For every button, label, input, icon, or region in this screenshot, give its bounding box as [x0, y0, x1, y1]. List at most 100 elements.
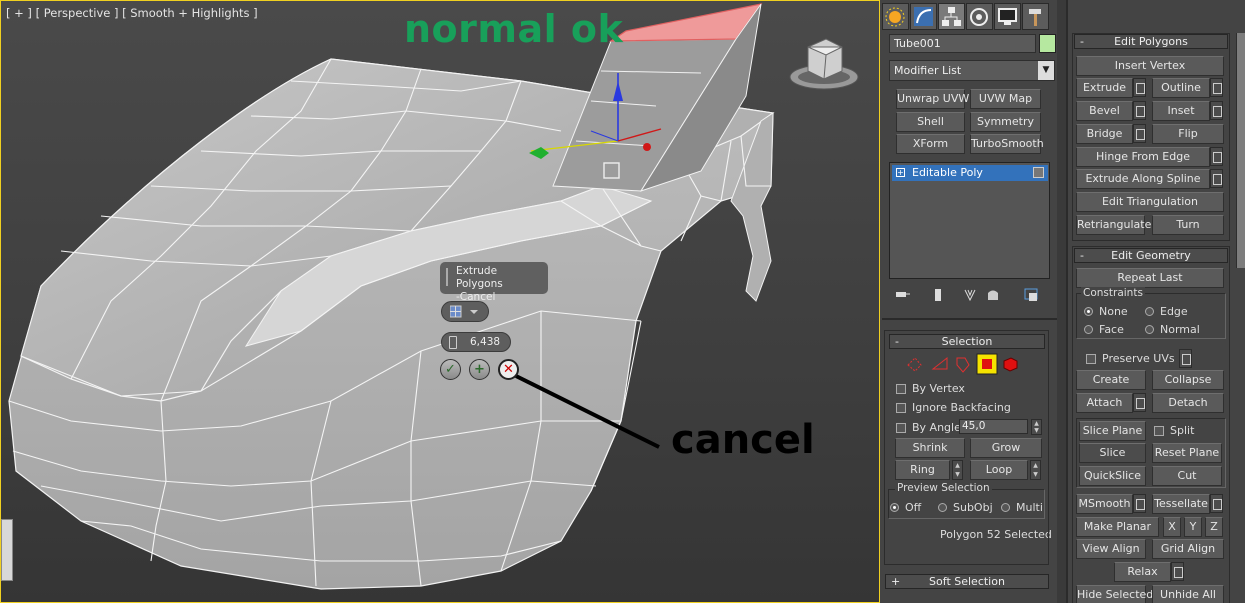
retriangulate-button[interactable]: Retriangulate [1076, 215, 1151, 235]
bridge-settings-icon[interactable] [1133, 124, 1146, 143]
edit-polygons-header[interactable]: - Edit Polygons [1074, 34, 1228, 49]
object-name-field[interactable]: Tube001 [889, 34, 1036, 53]
bridge-button[interactable]: Bridge [1076, 124, 1133, 144]
side-tab[interactable] [1, 519, 13, 581]
outline-button[interactable]: Outline [1152, 78, 1210, 98]
motion-tab[interactable] [966, 3, 993, 30]
soft-selection-title: Soft Selection [929, 575, 1005, 588]
turbosmooth-button[interactable]: TurboSmooth [970, 134, 1044, 154]
perspective-viewport[interactable]: [ + ] [ Perspective ] [ Smooth + Highlig… [0, 0, 880, 603]
xform-button[interactable]: XForm [896, 134, 965, 154]
panel-divider [1057, 0, 1066, 603]
insert-vertex-button[interactable]: Insert Vertex [1076, 56, 1224, 76]
viewport-label[interactable]: [ + ] [ Perspective ] [ Smooth + Highlig… [6, 6, 258, 20]
make-planar-button[interactable]: Make Planar [1076, 517, 1159, 537]
flip-button[interactable]: Flip [1152, 124, 1224, 144]
grid-align-button[interactable]: Grid Align [1152, 539, 1224, 559]
split-checkbox[interactable]: Split [1154, 424, 1194, 437]
hinge-from-edge-button[interactable]: Hinge From Edge [1076, 147, 1210, 167]
stack-item-editable-poly[interactable]: + Editable Poly [892, 165, 1048, 181]
relax-settings-icon[interactable] [1171, 562, 1184, 581]
uvw-map-button[interactable]: UVW Map [970, 89, 1041, 109]
spinner-icon[interactable] [449, 336, 457, 349]
slice-button[interactable]: Slice [1079, 443, 1146, 463]
outline-settings-icon[interactable] [1210, 78, 1223, 97]
constraint-normal-radio[interactable]: Normal [1145, 323, 1200, 336]
caddy-title: Extrude Polygons -Cancel [440, 262, 548, 303]
unhide-all-button[interactable]: Unhide All [1152, 585, 1224, 603]
modify-tab[interactable] [910, 3, 937, 30]
plus-icon: + [474, 362, 485, 377]
hide-selected-button[interactable]: Hide Selected [1076, 585, 1153, 603]
soft-selection-rollout-header[interactable]: + Soft Selection [885, 574, 1049, 589]
unwrap-uvw-button[interactable]: Unwrap UVW [896, 89, 969, 109]
extrude-type-dropdown[interactable] [441, 301, 489, 322]
planar-x-button[interactable]: X [1163, 517, 1181, 537]
constraint-none-radio[interactable]: None [1084, 305, 1128, 318]
preserve-uvs-settings-icon[interactable] [1179, 349, 1192, 368]
hinge-settings-icon[interactable] [1210, 147, 1223, 166]
object-color-swatch[interactable] [1039, 34, 1056, 53]
split-label: Split [1170, 424, 1195, 437]
collapse-button[interactable]: Collapse [1152, 370, 1224, 390]
constraint-none-label: None [1099, 305, 1128, 318]
msmooth-button[interactable]: MSmooth [1076, 494, 1133, 514]
reset-plane-button[interactable]: Reset Plane [1152, 443, 1222, 463]
display-tab[interactable] [994, 3, 1021, 30]
viewcube-icon[interactable] [786, 37, 862, 97]
tessellate-button[interactable]: Tessellate [1152, 494, 1210, 514]
tessellate-settings-icon[interactable] [1210, 494, 1223, 513]
turn-button[interactable]: Turn [1152, 215, 1224, 235]
ok-button[interactable]: ✓ [440, 359, 461, 380]
hammer-icon [1029, 9, 1041, 26]
view-align-button[interactable]: View Align [1076, 539, 1146, 559]
checkmark-icon: ✓ [445, 362, 456, 377]
stack-item-label: Editable Poly [912, 166, 983, 179]
inset-button[interactable]: Inset [1152, 101, 1210, 121]
edit-triangulation-button[interactable]: Edit Triangulation [1076, 192, 1224, 212]
preserve-uvs-checkbox[interactable]: Preserve UVs [1086, 352, 1175, 365]
preserve-uvs-label: Preserve UVs [1102, 352, 1175, 365]
modifier-stack[interactable]: + Editable Poly [889, 162, 1050, 279]
create-tab[interactable] [882, 3, 909, 30]
constraint-face-radio[interactable]: Face [1084, 323, 1124, 336]
relax-button[interactable]: Relax [1114, 562, 1171, 582]
visibility-icon[interactable] [1033, 167, 1044, 178]
repeat-last-button[interactable]: Repeat Last [1076, 268, 1224, 288]
cut-button[interactable]: Cut [1152, 466, 1222, 486]
extrude-along-spline-button[interactable]: Extrude Along Spline [1076, 169, 1210, 189]
msmooth-settings-icon[interactable] [1133, 494, 1146, 513]
constraint-edge-radio[interactable]: Edge [1145, 305, 1188, 318]
shell-button[interactable]: Shell [896, 112, 965, 132]
cancel-button[interactable]: ✕ [498, 359, 519, 380]
bevel-button[interactable]: Bevel [1076, 101, 1133, 121]
utilities-tab[interactable] [1022, 3, 1049, 30]
apply-continue-button[interactable]: + [469, 359, 490, 380]
close-icon: ✕ [503, 362, 514, 377]
inset-settings-icon[interactable] [1210, 101, 1223, 120]
create-button[interactable]: Create [1076, 370, 1146, 390]
modifier-list-dropdown[interactable]: Modifier List ▼ [889, 60, 1055, 81]
configure-sets-icon [1024, 288, 1038, 301]
mesh-wireframe[interactable] [1, 1, 879, 602]
extrude-spline-settings-icon[interactable] [1210, 169, 1223, 188]
expand-icon[interactable]: + [896, 168, 905, 177]
slice-plane-button[interactable]: Slice Plane [1079, 421, 1146, 441]
symmetry-button[interactable]: Symmetry [970, 112, 1041, 132]
extrude-settings-icon[interactable] [1133, 78, 1146, 97]
make-unique-icon [964, 289, 976, 302]
panel-scrollbar[interactable] [1236, 33, 1245, 268]
attach-button[interactable]: Attach [1076, 393, 1133, 413]
planar-y-button[interactable]: Y [1184, 517, 1202, 537]
hierarchy-tab[interactable] [938, 3, 965, 30]
detach-button[interactable]: Detach [1152, 393, 1224, 413]
bevel-settings-icon[interactable] [1133, 101, 1146, 120]
divider [882, 318, 1060, 320]
edit-geometry-header[interactable]: - Edit Geometry [1074, 248, 1228, 263]
extrude-height-field[interactable]: 6,438 [441, 332, 511, 352]
attach-settings-icon[interactable] [1133, 393, 1146, 412]
planar-z-button[interactable]: Z [1205, 517, 1223, 537]
extrude-button[interactable]: Extrude [1076, 78, 1133, 98]
quickslice-button[interactable]: QuickSlice [1079, 466, 1146, 486]
remove-modifier-icon [988, 290, 998, 300]
